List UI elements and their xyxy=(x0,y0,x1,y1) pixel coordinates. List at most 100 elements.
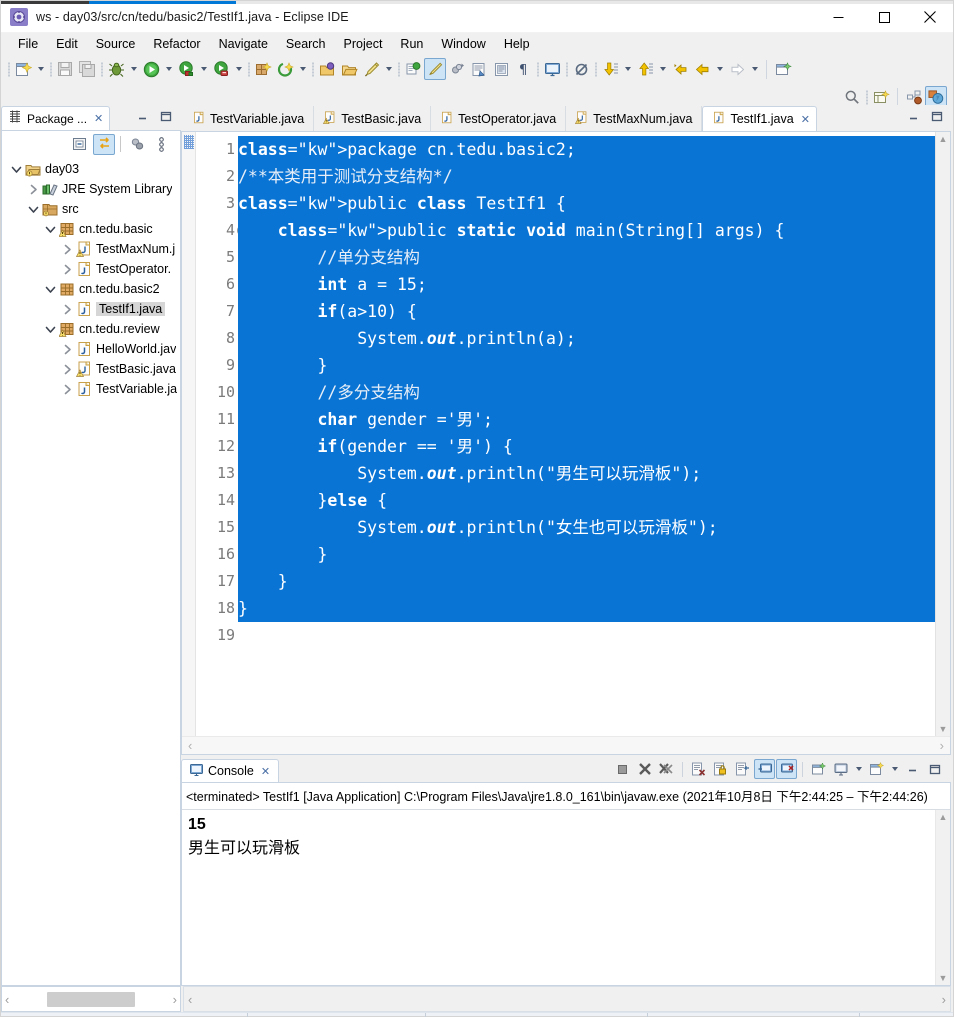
scroll-left-arrow[interactable]: ‹ xyxy=(188,738,192,753)
chevron-down-icon[interactable] xyxy=(42,321,58,337)
skip-breakpoints-toggle-icon[interactable] xyxy=(570,58,592,80)
source-code[interactable]: class="kw">package cn.tedu.basic2;/**本类用… xyxy=(238,136,950,649)
tree-item-testif1-java[interactable]: TestIf1.java xyxy=(2,299,180,319)
next-annotation-dropdown-arrow[interactable] xyxy=(621,58,634,80)
clear-console-icon[interactable] xyxy=(688,759,709,779)
chevron-right-icon[interactable] xyxy=(59,361,75,377)
edit-pen-icon[interactable] xyxy=(360,58,382,80)
editor-tab-testif1-java[interactable]: TestIf1.java ✕ xyxy=(702,106,817,131)
scroll-lock-icon[interactable] xyxy=(710,759,731,779)
minimize-icon[interactable] xyxy=(815,1,861,33)
code-canvas[interactable]: class="kw">package cn.tedu.basic2;/**本类用… xyxy=(238,132,950,736)
scrollbar-thumb[interactable] xyxy=(47,991,135,1007)
tree-item-testvariable-ja[interactable]: TestVariable.ja xyxy=(2,379,180,399)
back-dropdown-arrow[interactable] xyxy=(713,58,726,80)
menu-file[interactable]: File xyxy=(9,35,47,53)
scroll-down-arrow[interactable]: ▼ xyxy=(939,971,948,985)
collapse-all-icon[interactable] xyxy=(69,134,91,155)
back-icon[interactable] xyxy=(691,58,713,80)
console-horizontal-scrollbar[interactable]: ‹ › xyxy=(183,986,951,1012)
tab-console[interactable]: Console ✕ xyxy=(181,759,280,782)
link-with-editor-icon[interactable] xyxy=(93,133,115,155)
tree-item-cn-tedu-review[interactable]: cn.tedu.review xyxy=(2,319,180,339)
menu-help[interactable]: Help xyxy=(495,35,539,53)
tree-item-cn-tedu-basic[interactable]: cn.tedu.basic xyxy=(2,219,180,239)
view-menu-icon[interactable] xyxy=(150,134,172,155)
open-console-dropdown-arrow[interactable] xyxy=(888,758,901,780)
open-task-icon[interactable] xyxy=(316,58,338,80)
tree-item-src[interactable]: src xyxy=(2,199,180,219)
run-last-tool-icon[interactable] xyxy=(175,58,197,80)
tree-item-testoperator[interactable]: TestOperator. xyxy=(2,259,180,279)
chevron-right-icon[interactable] xyxy=(59,301,75,317)
debug-dropdown-arrow[interactable] xyxy=(127,58,140,80)
remove-all-terminated-icon[interactable] xyxy=(656,759,677,779)
display-console-dropdown-arrow[interactable] xyxy=(852,758,865,780)
display-selected-console-icon[interactable] xyxy=(830,759,851,779)
save-icon[interactable] xyxy=(54,58,76,80)
run-last-tool-dropdown-arrow[interactable] xyxy=(197,58,210,80)
open-type-icon[interactable] xyxy=(274,58,296,80)
tree-item-testbasic-java[interactable]: TestBasic.java xyxy=(2,359,180,379)
tree-item-testmaxnum-j[interactable]: TestMaxNum.j xyxy=(2,239,180,259)
project-tree[interactable]: day03 JRE System Library src cn.tedu.basic T… xyxy=(2,157,180,985)
close-icon[interactable]: ✕ xyxy=(801,113,810,126)
next-annotation-icon[interactable] xyxy=(599,58,621,80)
pin-console-icon[interactable] xyxy=(808,759,829,779)
annotation-ruler[interactable] xyxy=(182,132,196,736)
console-output-area[interactable]: 15 男生可以玩滑板 ▲ ▼ xyxy=(182,809,950,985)
tab-package-explorer[interactable]: Package ... ✕ xyxy=(1,106,111,130)
console-vertical-scrollbar[interactable]: ▲ ▼ xyxy=(935,810,950,985)
toggle-mark-occurrences-icon[interactable] xyxy=(424,58,446,80)
word-wrap-icon[interactable] xyxy=(732,759,753,779)
editor-tab-testvariable-java[interactable]: TestVariable.java xyxy=(183,106,315,131)
menu-edit[interactable]: Edit xyxy=(47,35,87,53)
save-all-icon[interactable] xyxy=(76,58,98,80)
open-console-icon[interactable] xyxy=(541,58,563,80)
remove-launch-icon[interactable] xyxy=(634,759,655,779)
package-explorer-horizontal-scrollbar[interactable]: ‹ › xyxy=(1,986,181,1012)
new-wizard-icon[interactable] xyxy=(12,58,34,80)
tree-item-helloworld-jav[interactable]: HelloWorld.jav xyxy=(2,339,180,359)
show-console-on-error-icon[interactable] xyxy=(776,759,797,779)
new-editor-icon[interactable] xyxy=(772,58,794,80)
last-edit-location-icon[interactable] xyxy=(669,58,691,80)
terminate-icon[interactable] xyxy=(612,759,633,779)
scroll-right-arrow[interactable]: › xyxy=(940,738,944,753)
menu-window[interactable]: Window xyxy=(432,35,494,53)
tree-item-cn-tedu-basic2[interactable]: cn.tedu.basic2 xyxy=(2,279,180,299)
minimize-view-icon[interactable] xyxy=(902,759,923,779)
menu-refactor[interactable]: Refactor xyxy=(144,35,209,53)
editor-tab-testmaxnum-java[interactable]: TestMaxNum.java xyxy=(566,106,703,131)
open-type-dropdown-arrow[interactable] xyxy=(296,58,309,80)
menu-project[interactable]: Project xyxy=(335,35,392,53)
chevron-right-icon[interactable] xyxy=(59,381,75,397)
debug-icon[interactable] xyxy=(105,58,127,80)
new-java-package-icon[interactable] xyxy=(252,58,274,80)
close-icon[interactable] xyxy=(907,1,953,33)
scroll-right-arrow[interactable]: › xyxy=(942,992,946,1007)
menu-navigate[interactable]: Navigate xyxy=(210,35,277,53)
forward-dropdown-arrow[interactable] xyxy=(748,58,761,80)
show-whitespace-icon[interactable] xyxy=(468,58,490,80)
maximize-view-icon[interactable] xyxy=(159,109,172,127)
chevron-right-icon[interactable] xyxy=(59,241,75,257)
edit-pen-dropdown-arrow[interactable] xyxy=(382,58,395,80)
maximize-view-icon[interactable] xyxy=(930,109,943,127)
editor-horizontal-scrollbar[interactable]: ‹ › xyxy=(182,736,950,754)
scroll-left-arrow[interactable]: ‹ xyxy=(5,992,9,1007)
external-tools-icon[interactable] xyxy=(210,58,232,80)
scroll-up-arrow[interactable]: ▲ xyxy=(939,810,948,824)
maximize-view-icon[interactable] xyxy=(924,759,945,779)
open-console-icon[interactable] xyxy=(866,759,887,779)
scroll-left-arrow[interactable]: ‹ xyxy=(188,992,192,1007)
editor-tab-testoperator-java[interactable]: TestOperator.java xyxy=(431,106,567,131)
chevron-down-icon[interactable] xyxy=(42,281,58,297)
chevron-right-icon[interactable] xyxy=(59,341,75,357)
editor-area[interactable]: 1 2 3 4 5 6 7 8 9 10 11 12 13 14 15 16 17 18 19 class="kw"… xyxy=(182,132,950,736)
chevron-right-icon[interactable] xyxy=(59,261,75,277)
tree-item-day03[interactable]: day03 xyxy=(2,159,180,179)
run-dropdown-arrow[interactable] xyxy=(162,58,175,80)
scroll-down-arrow[interactable]: ▼ xyxy=(939,722,948,736)
open-resource-icon[interactable] xyxy=(338,58,360,80)
